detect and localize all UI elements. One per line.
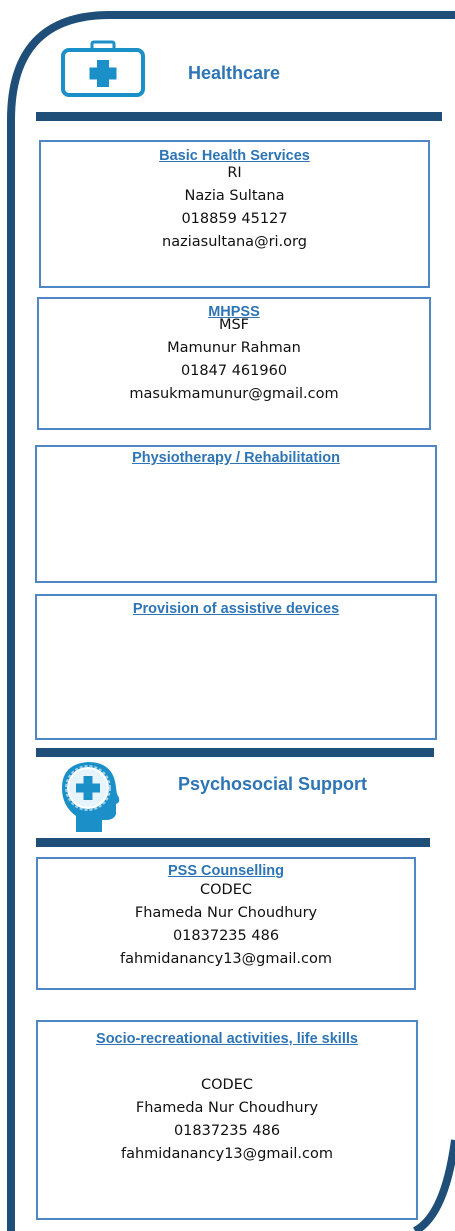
service-phone: 01837235 486 bbox=[173, 1123, 281, 1139]
section-title-psychosocial: Psychosocial Support bbox=[178, 774, 368, 794]
section-divider bbox=[36, 748, 434, 757]
service-org: CODEC bbox=[200, 882, 252, 898]
service-email[interactable]: naziasultana@ri.org bbox=[41, 231, 428, 254]
service-phone: 01837235 486 bbox=[172, 928, 280, 944]
medical-kit-icon bbox=[61, 40, 145, 97]
service-email[interactable]: fahmidanancy13@gmail.com bbox=[38, 1143, 416, 1166]
service-card-assistive-devices: Provision of assistive devices bbox=[35, 594, 437, 740]
service-contact-name: Mamunur Rahman bbox=[167, 340, 301, 356]
service-phone: 018859 45127 bbox=[181, 211, 288, 227]
service-card-basic-health: Basic Health Services RI Nazia Sultana 0… bbox=[39, 140, 430, 288]
service-card-mhpss: MHPSS MSF Mamunur Rahman 01847 461960 ma… bbox=[37, 297, 431, 430]
service-heading: Physiotherapy / Rehabilitation bbox=[132, 450, 340, 466]
service-contact-name: Fhameda Nur Choudhury bbox=[135, 1100, 319, 1116]
service-org: CODEC bbox=[201, 1077, 253, 1093]
section-divider bbox=[36, 112, 442, 121]
service-card-physiotherapy: Physiotherapy / Rehabilitation bbox=[35, 445, 437, 583]
section-title-healthcare: Healthcare bbox=[188, 63, 281, 83]
service-email[interactable]: fahmidanancy13@gmail.com bbox=[38, 948, 414, 971]
service-card-socio-recreational: Socio-recreational activities, life skil… bbox=[36, 1020, 418, 1220]
service-phone: 01847 461960 bbox=[180, 363, 288, 379]
service-heading: Socio-recreational activities, life skil… bbox=[96, 1031, 358, 1047]
service-card-pss-counselling: PSS Counselling CODEC Fhameda Nur Choudh… bbox=[36, 857, 416, 990]
service-contact-name: Fhameda Nur Choudhury bbox=[134, 905, 318, 921]
head-medical-cross-icon bbox=[62, 762, 120, 832]
service-heading: Provision of assistive devices bbox=[132, 601, 340, 617]
service-org: MSF bbox=[218, 317, 250, 333]
section-divider bbox=[36, 838, 430, 847]
service-email[interactable]: masukmamunur@gmail.com bbox=[39, 383, 429, 406]
service-contact-name: Nazia Sultana bbox=[184, 188, 285, 204]
service-org: RI bbox=[227, 165, 242, 181]
